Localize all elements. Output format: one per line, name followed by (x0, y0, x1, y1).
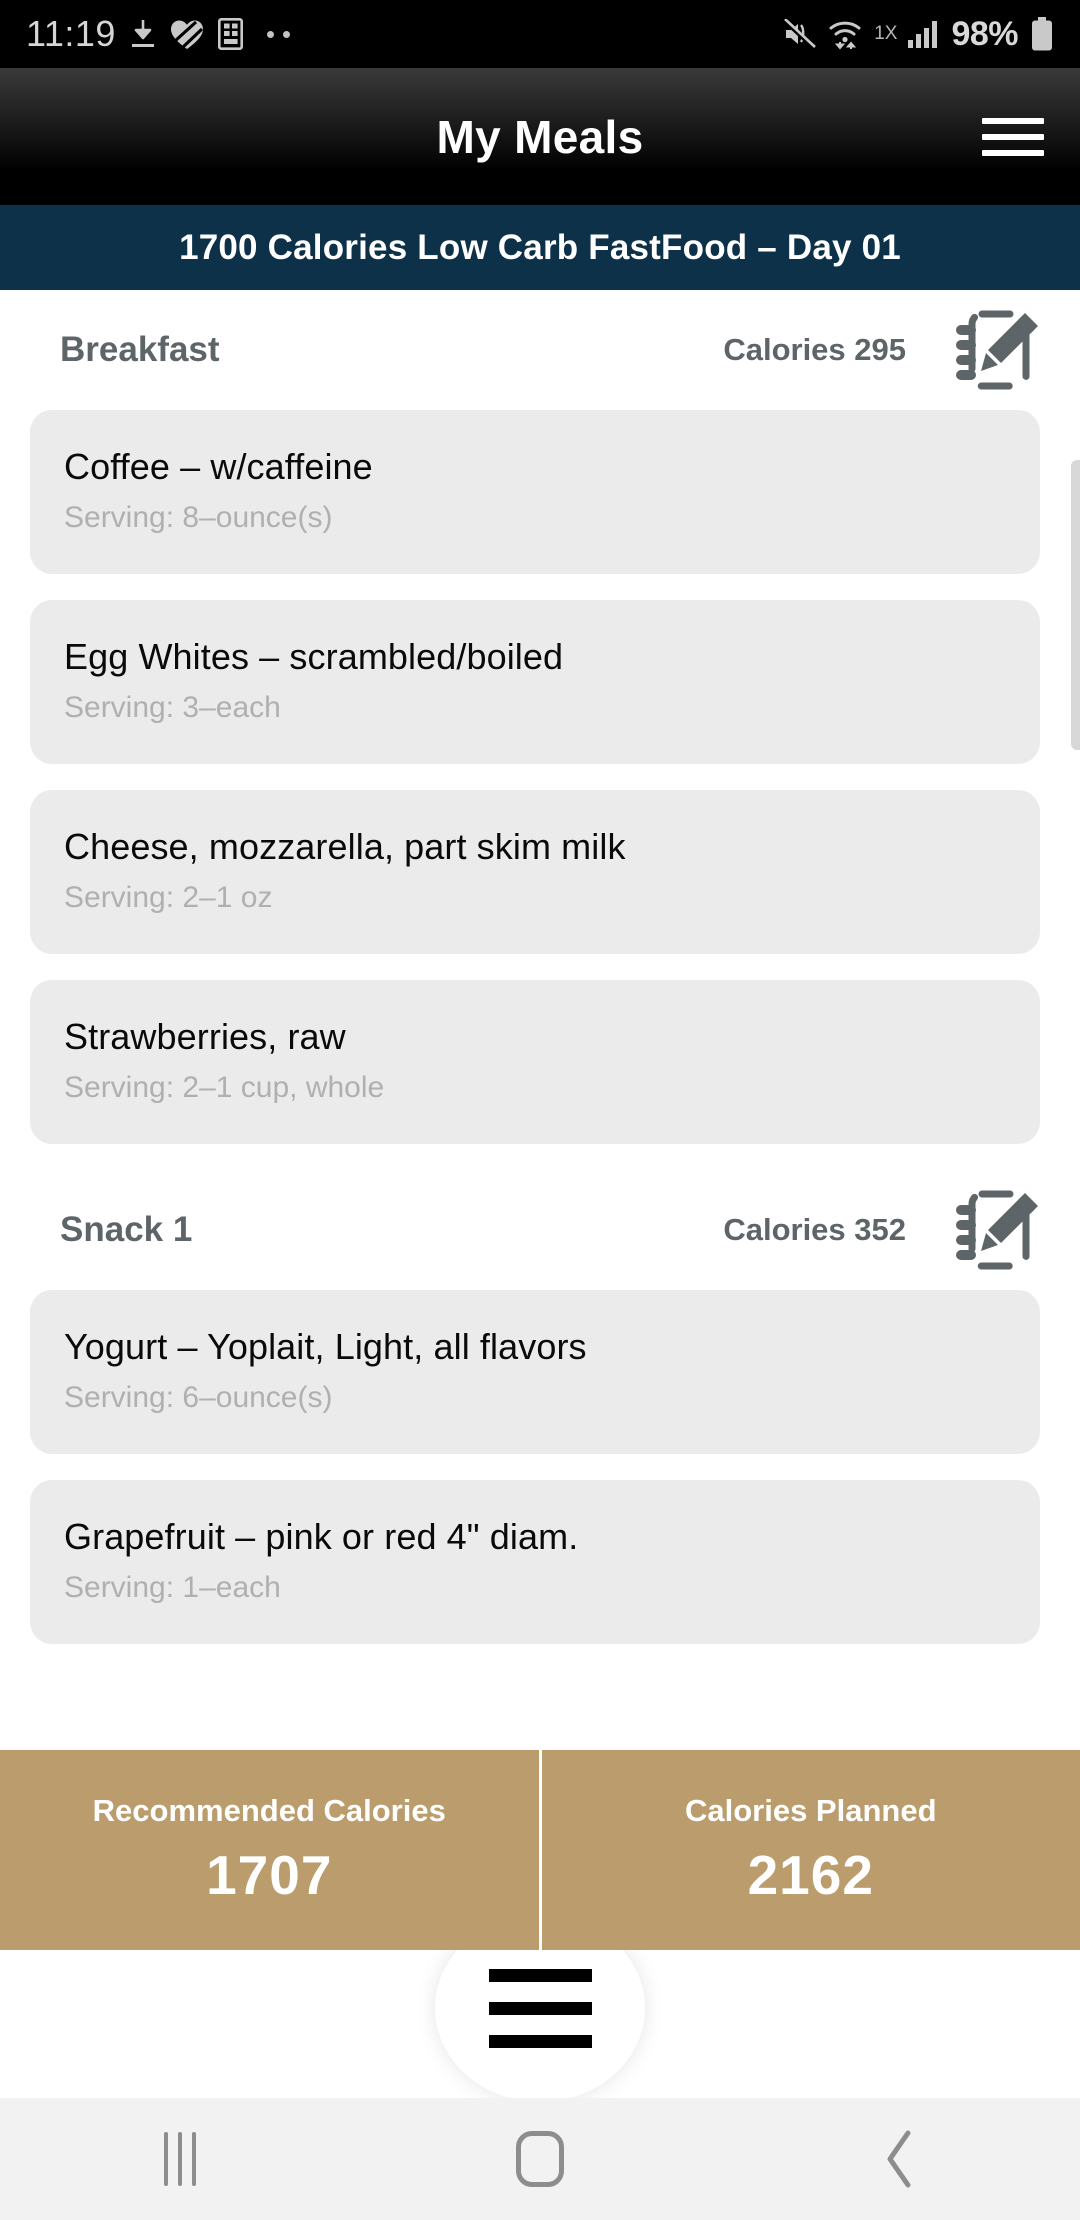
calculator-icon (217, 18, 243, 50)
food-item-serving: Serving: 1–each (64, 1571, 281, 1605)
food-item-title: Yogurt – Yoplait, Light, all flavors (64, 1326, 587, 1367)
signal-icon (907, 19, 939, 49)
mute-icon (782, 19, 817, 49)
status-bar: 11:19 1X 98% (0, 0, 1080, 68)
food-item-card[interactable]: Grapefruit – pink or red 4" diam. Servin… (30, 1480, 1040, 1644)
floating-menu-area (0, 1950, 1080, 2098)
status-bar-clock: 11:19 (26, 13, 116, 54)
download-icon (130, 19, 156, 49)
network-type-label: 1X (874, 23, 898, 44)
notepad-edit-icon[interactable] (952, 1188, 1040, 1272)
recommended-calories-value: 1707 (206, 1844, 333, 1906)
meal-header-breakfast: Breakfast Calories 295 (0, 290, 1080, 410)
food-item-title: Grapefruit – pink or red 4" diam. (64, 1516, 579, 1557)
meal-list[interactable]: Breakfast Calories 295 Coffee – w/caffei… (0, 290, 1080, 1750)
food-item-card[interactable]: Coffee – w/caffeine Serving: 8–ounce(s) (30, 410, 1040, 574)
meal-calories-label: Calories 295 (723, 332, 906, 367)
battery-icon (1030, 17, 1054, 51)
food-item-serving: Serving: 6–ounce(s) (64, 1381, 333, 1415)
battery-percent-label: 98% (951, 14, 1018, 53)
page-title: My Meals (436, 110, 644, 163)
plan-subtitle-label: 1700 Calories Low Carb FastFood – Day 01 (179, 227, 901, 267)
more-dots-icon (266, 30, 290, 38)
app-screen: 11:19 1X 98% My Meals 1700 Calories Low … (0, 0, 1080, 2220)
food-item-card[interactable]: Egg Whites – scrambled/boiled Serving: 3… (30, 600, 1040, 764)
app-bar: My Meals (0, 68, 1080, 205)
android-navigation-bar (0, 2098, 1080, 2220)
plan-subtitle-bar: 1700 Calories Low Carb FastFood – Day 01 (0, 205, 1080, 290)
recommended-calories-label: Recommended Calories (92, 1793, 446, 1828)
floating-hamburger-menu-icon[interactable] (435, 1950, 645, 2098)
planned-calories-cell: Calories Planned 2162 (538, 1750, 1080, 1950)
food-item-card[interactable]: Yogurt – Yoplait, Light, all flavors Ser… (30, 1290, 1040, 1454)
food-item-title: Cheese, mozzarella, part skim milk (64, 826, 626, 867)
wifi-icon (828, 18, 862, 50)
food-item-title: Egg Whites – scrambled/boiled (64, 636, 564, 677)
scrollbar-thumb[interactable] (1071, 460, 1080, 750)
meal-name-label: Breakfast (60, 330, 220, 369)
meal-calories-label: Calories 352 (723, 1212, 906, 1247)
food-item-title: Strawberries, raw (64, 1016, 346, 1057)
planned-calories-label: Calories Planned (684, 1793, 937, 1828)
food-item-card[interactable]: Cheese, mozzarella, part skim milk Servi… (30, 790, 1040, 954)
food-item-serving: Serving: 3–each (64, 691, 281, 725)
back-icon[interactable] (720, 2129, 1080, 2189)
meal-name-label: Snack 1 (60, 1210, 193, 1249)
recommended-calories-cell: Recommended Calories 1707 (0, 1750, 539, 1950)
planned-calories-value: 2162 (747, 1844, 874, 1906)
food-item-serving: Serving: 2–1 oz (64, 881, 273, 915)
food-item-serving: Serving: 8–ounce(s) (64, 501, 333, 535)
food-item-serving: Serving: 2–1 cup, whole (64, 1071, 385, 1105)
meal-header-snack-1: Snack 1 Calories 352 (0, 1170, 1080, 1290)
hamburger-menu-icon[interactable] (982, 114, 1044, 160)
recents-icon[interactable] (0, 2132, 360, 2186)
heart-icon (170, 19, 204, 50)
calorie-totals-bar: Recommended Calories 1707 Calories Plann… (0, 1750, 1080, 1950)
food-item-title: Coffee – w/caffeine (64, 446, 373, 487)
status-bar-right: 1X 98% (782, 15, 1054, 54)
notepad-edit-icon[interactable] (952, 308, 1040, 392)
food-item-card[interactable]: Strawberries, raw Serving: 2–1 cup, whol… (30, 980, 1040, 1144)
home-icon[interactable] (360, 2131, 720, 2187)
status-bar-left: 11:19 (26, 13, 290, 55)
